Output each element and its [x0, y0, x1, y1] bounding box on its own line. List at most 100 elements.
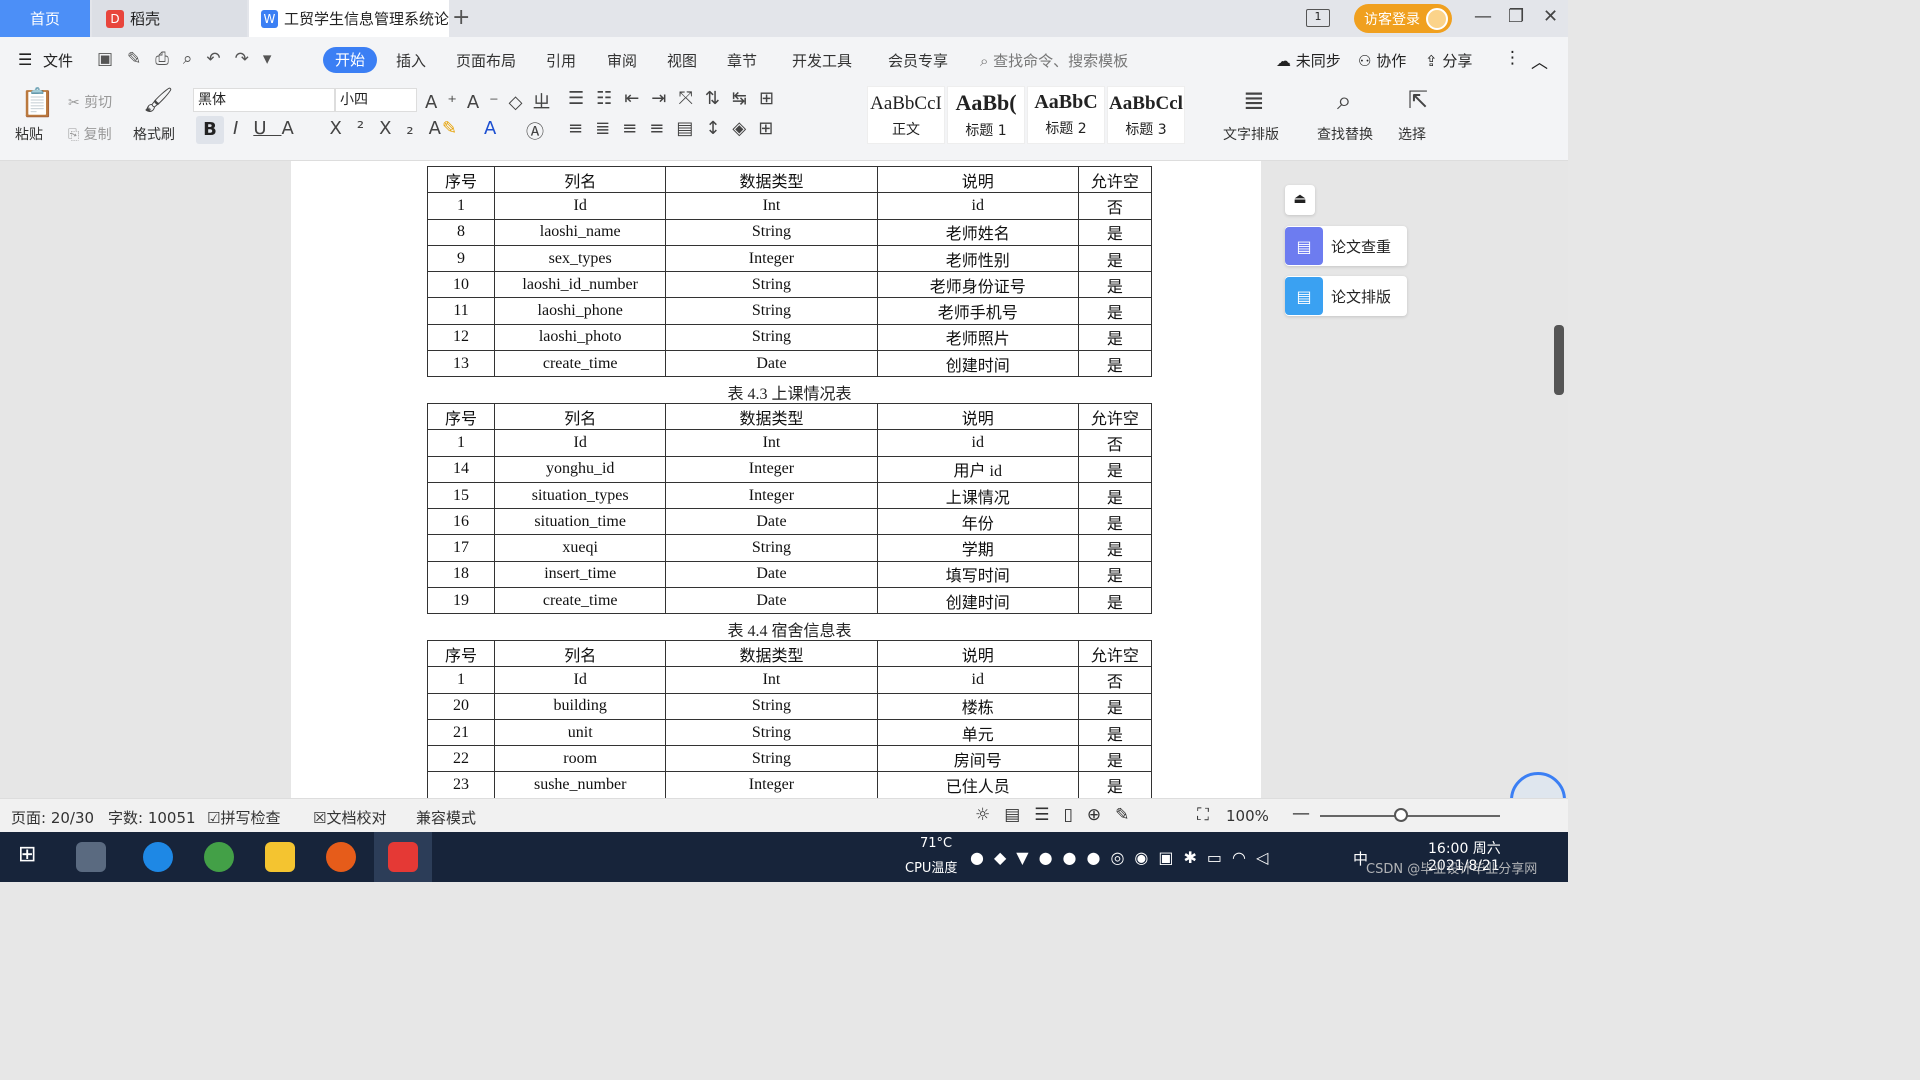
- thesis-check-button[interactable]: ▤ 论文查重: [1285, 226, 1407, 266]
- table-cell[interactable]: 9: [426, 244, 496, 273]
- table-cell[interactable]: Date: [665, 350, 878, 378]
- table-cell[interactable]: 1: [426, 192, 496, 220]
- table-cell[interactable]: 是: [1077, 271, 1153, 299]
- table-cell[interactable]: 老师姓名: [876, 218, 1079, 246]
- tray-icons[interactable]: ●◆▼●●●◎◉▣✱▭◠◁: [970, 848, 1278, 867]
- close-icon[interactable]: ✕: [1543, 6, 1558, 27]
- menu-start[interactable]: 开始: [323, 47, 377, 73]
- view-mode-icons[interactable]: ☼▤☰▯⊕✎: [975, 805, 1143, 825]
- table-cell[interactable]: Integer: [665, 771, 878, 799]
- zoom-out-icon[interactable]: —: [1292, 803, 1310, 824]
- find-replace-icon[interactable]: ⌕: [1337, 86, 1352, 117]
- table-cell[interactable]: Date: [665, 587, 878, 615]
- wps-taskbar-item[interactable]: [374, 832, 432, 882]
- table-cell[interactable]: 14: [426, 455, 496, 483]
- page-indicator[interactable]: 页面: 20/30: [11, 807, 94, 828]
- table-cell[interactable]: 楼栋: [876, 692, 1079, 720]
- table-cell[interactable]: 10: [426, 271, 496, 299]
- table-cell[interactable]: String: [665, 718, 878, 747]
- table-cell[interactable]: 12: [426, 323, 496, 352]
- table-cell[interactable]: situation_types: [494, 481, 667, 510]
- browser-icon[interactable]: [204, 842, 234, 872]
- table-cell[interactable]: 1: [426, 429, 496, 457]
- table-cell[interactable]: 是: [1077, 350, 1153, 378]
- table-cell[interactable]: Id: [494, 192, 667, 220]
- menu-member[interactable]: 会员专享: [888, 50, 948, 71]
- command-search[interactable]: ⌕ 查找命令、搜索模板: [980, 50, 1128, 71]
- table-cell[interactable]: 否: [1077, 429, 1153, 457]
- share-button[interactable]: ⇪ 分享: [1425, 50, 1472, 71]
- highlight-icon[interactable]: ✎: [442, 118, 457, 139]
- table-cell[interactable]: create_time: [494, 350, 667, 378]
- table-cell[interactable]: 23: [426, 771, 496, 799]
- table-cell[interactable]: Int: [665, 192, 878, 220]
- table-cell[interactable]: String: [665, 323, 878, 352]
- copy-button[interactable]: ⎘ 复制: [68, 124, 112, 144]
- table-cell[interactable]: laoshi_phone: [494, 297, 667, 325]
- table-cell[interactable]: 是: [1077, 745, 1153, 773]
- table-cell[interactable]: 老师性别: [876, 244, 1079, 273]
- table-cell[interactable]: sex_types: [494, 244, 667, 273]
- table-cell[interactable]: 是: [1077, 718, 1153, 747]
- font-family-select[interactable]: 黑体: [193, 88, 335, 112]
- menu-insert[interactable]: 插入: [396, 50, 426, 71]
- table-cell[interactable]: Integer: [665, 455, 878, 483]
- text-layout-icon[interactable]: ≣: [1243, 86, 1265, 116]
- table-cell[interactable]: 老师照片: [876, 323, 1079, 352]
- restore-icon[interactable]: ❐: [1508, 6, 1524, 27]
- paragraph-icons-bottom[interactable]: ≡≣≡≡▤↕◈⊞: [568, 118, 785, 139]
- table-cell[interactable]: Integer: [665, 481, 878, 510]
- table-cell[interactable]: 用户 id: [876, 455, 1079, 483]
- table-cell[interactable]: unit: [494, 718, 667, 747]
- table-cell[interactable]: 19: [426, 587, 496, 615]
- table-cell[interactable]: 15: [426, 481, 496, 510]
- table-cell[interactable]: 年份: [876, 508, 1079, 536]
- table-cell[interactable]: 是: [1077, 455, 1153, 483]
- paragraph-icons-top[interactable]: ☰☷⇤⇥⤧⇅↹⊞: [568, 88, 786, 109]
- zoom-slider-handle[interactable]: [1394, 808, 1408, 822]
- style-normal[interactable]: AaBbCcI 正文: [867, 86, 945, 144]
- vertical-scrollbar-thumb[interactable]: [1554, 325, 1564, 395]
- table-cell[interactable]: 13: [426, 350, 496, 378]
- table-cell[interactable]: id: [876, 429, 1079, 457]
- table-cell[interactable]: 22: [426, 745, 496, 773]
- zoom-slider[interactable]: [1320, 815, 1500, 817]
- paste-icon[interactable]: 📋: [20, 86, 55, 119]
- char-border-icon[interactable]: Ⓐ: [526, 118, 544, 144]
- menu-view[interactable]: 视图: [667, 50, 697, 71]
- cut-button[interactable]: ✂ 剪切: [68, 92, 112, 112]
- table-cell[interactable]: 是: [1077, 560, 1153, 589]
- table-cell[interactable]: laoshi_id_number: [494, 271, 667, 299]
- table-cell[interactable]: insert_time: [494, 560, 667, 589]
- table-cell[interactable]: 房间号: [876, 745, 1079, 773]
- table-cell[interactable]: String: [665, 271, 878, 299]
- word-count[interactable]: 字数: 10051: [108, 807, 196, 828]
- collapse-panel-icon[interactable]: ⏏: [1285, 185, 1315, 215]
- font-tools-icons[interactable]: A⁺A⁻◇ㄓ: [425, 88, 560, 114]
- table-cell[interactable]: 学期: [876, 534, 1079, 562]
- table-cell[interactable]: Date: [665, 560, 878, 589]
- table-cell[interactable]: String: [665, 534, 878, 562]
- select-button[interactable]: 选择: [1398, 124, 1426, 144]
- table-cell[interactable]: 上课情况: [876, 481, 1079, 510]
- paste-button[interactable]: 粘贴: [15, 124, 43, 144]
- table-cell[interactable]: String: [665, 297, 878, 325]
- spell-check-button[interactable]: ☑拼写检查: [207, 807, 280, 828]
- collapse-ribbon-icon[interactable]: ︿: [1531, 48, 1548, 73]
- table-cell[interactable]: laoshi_photo: [494, 323, 667, 352]
- cursor-select-icon[interactable]: ⇱: [1408, 86, 1428, 114]
- table-cell[interactable]: 已住人员: [876, 771, 1079, 799]
- table-cell[interactable]: Int: [665, 429, 878, 457]
- table-cell[interactable]: id: [876, 666, 1079, 694]
- hamburger-icon[interactable]: ☰: [18, 50, 32, 69]
- tab-daoke[interactable]: D 稻壳: [92, 0, 247, 37]
- bold-button[interactable]: B: [196, 116, 224, 144]
- table-cell[interactable]: 是: [1077, 323, 1153, 352]
- table-cell[interactable]: 填写时间: [876, 560, 1079, 589]
- menu-page-layout[interactable]: 页面布局: [456, 50, 516, 71]
- format-painter-button[interactable]: 格式刷: [133, 124, 175, 144]
- table-cell[interactable]: 老师身份证号: [876, 271, 1079, 299]
- table-cell[interactable]: Id: [494, 429, 667, 457]
- layout-icon[interactable]: 1: [1306, 9, 1330, 27]
- table-cell[interactable]: String: [665, 745, 878, 773]
